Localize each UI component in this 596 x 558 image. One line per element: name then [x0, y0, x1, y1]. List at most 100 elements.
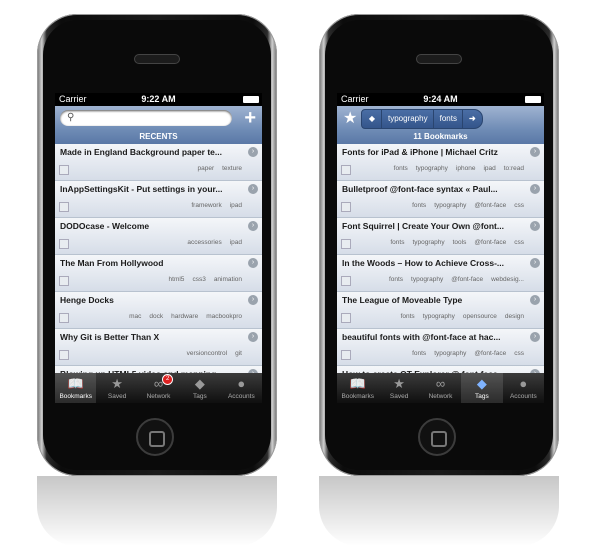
- list-item[interactable]: Henge Docks › mac dock hardware macbookpro: [55, 292, 262, 329]
- home-button[interactable]: [418, 418, 456, 456]
- tag-label[interactable]: to:read: [504, 165, 524, 172]
- tag-label[interactable]: hardware: [171, 313, 198, 320]
- chevron-right-icon[interactable]: ›: [248, 184, 258, 194]
- tag-label[interactable]: git: [235, 350, 242, 357]
- tab-network[interactable]: ∞ Network: [420, 373, 461, 403]
- tag-label[interactable]: iphone: [456, 165, 476, 172]
- tag-label[interactable]: typography: [434, 350, 466, 357]
- right-phone-reflection: [319, 476, 559, 546]
- tag-label[interactable]: html5: [169, 276, 185, 283]
- chevron-right-icon[interactable]: ›: [248, 221, 258, 231]
- status-bar: Carrier 9:24 AM: [337, 93, 544, 106]
- tag-label[interactable]: tools: [453, 239, 467, 246]
- chevron-right-icon[interactable]: ›: [530, 147, 540, 157]
- tab-tags[interactable]: ◆ Tags: [461, 373, 503, 403]
- breadcrumb-item-typography[interactable]: typography: [381, 109, 435, 129]
- list-item[interactable]: beautiful fonts with @font-face at hac..…: [337, 329, 544, 366]
- tag-label[interactable]: webdesig...: [491, 276, 524, 283]
- tag-label[interactable]: css: [514, 350, 524, 357]
- tag-label[interactable]: @font-face: [474, 202, 506, 209]
- tag-label[interactable]: design: [505, 313, 524, 320]
- list-item[interactable]: Bulletproof @font-face syntax « Paul... ›…: [337, 181, 544, 218]
- star-icon[interactable]: ★: [343, 108, 357, 128]
- tag-label[interactable]: fonts: [412, 202, 426, 209]
- tag-label[interactable]: accessories: [187, 239, 221, 246]
- tag-label[interactable]: fonts: [412, 350, 426, 357]
- list-item[interactable]: InAppSettingsKit - Put settings in your.…: [55, 181, 262, 218]
- list-item[interactable]: The League of Moveable Type › fonts typogra…: [337, 292, 544, 329]
- tag-label[interactable]: versioncontrol: [187, 350, 227, 357]
- tag-label[interactable]: ipad: [483, 165, 495, 172]
- list-item[interactable]: Made in England Background paper te... › p…: [55, 144, 262, 181]
- status-time: 9:24 AM: [423, 94, 458, 104]
- tag-label[interactable]: css: [514, 239, 524, 246]
- tag-label[interactable]: @font-face: [451, 276, 483, 283]
- chevron-right-icon[interactable]: ›: [530, 258, 540, 268]
- tag-label[interactable]: animation: [214, 276, 242, 283]
- tab-network[interactable]: ∞ Network 2: [138, 373, 179, 403]
- tag-label[interactable]: opensource: [463, 313, 497, 320]
- tab-saved[interactable]: ★ Saved: [96, 373, 137, 403]
- tag-label[interactable]: @font-face: [474, 239, 506, 246]
- tag-label[interactable]: css: [514, 202, 524, 209]
- tab-accounts[interactable]: ● Accounts: [503, 373, 544, 403]
- tag-label[interactable]: texture: [222, 165, 242, 172]
- chevron-right-icon[interactable]: ›: [530, 332, 540, 342]
- tag-list: versioncontrol git: [179, 350, 242, 357]
- tag-label[interactable]: typography: [423, 313, 455, 320]
- breadcrumb-item-fonts[interactable]: fonts: [432, 109, 464, 129]
- chevron-right-icon[interactable]: ›: [248, 332, 258, 342]
- tag-label[interactable]: dock: [149, 313, 163, 320]
- tag-label[interactable]: fonts: [390, 239, 404, 246]
- list-item[interactable]: The Man From Hollywood › html5 css3 animatio…: [55, 255, 262, 292]
- add-button[interactable]: +: [244, 106, 256, 130]
- chevron-right-icon[interactable]: ›: [248, 147, 258, 157]
- list-item[interactable]: DODOcase - Welcome › accessories ipad: [55, 218, 262, 255]
- chevron-right-icon[interactable]: ›: [530, 295, 540, 305]
- tag-list: fonts typography @font-face css: [404, 202, 524, 209]
- tab-saved[interactable]: ★ Saved: [378, 373, 419, 403]
- tag-label[interactable]: @font-face: [474, 350, 506, 357]
- tab-accounts[interactable]: ● Accounts: [221, 373, 262, 403]
- list-item[interactable]: Why Git is Better Than X › versioncontrol g…: [55, 329, 262, 366]
- chevron-right-icon[interactable]: ›: [248, 258, 258, 268]
- tag-label[interactable]: paper: [198, 165, 215, 172]
- tab-label: Tags: [193, 393, 207, 400]
- tag-label[interactable]: typography: [412, 239, 444, 246]
- chevron-right-icon[interactable]: ›: [530, 221, 540, 231]
- tag-label[interactable]: mac: [129, 313, 141, 320]
- tab-bookmarks[interactable]: 📖 Bookmarks: [55, 373, 97, 403]
- nav-bar: ★ ◆ typography fonts ➜: [337, 106, 544, 130]
- tag-icon[interactable]: ◆: [361, 109, 383, 129]
- search-input[interactable]: ⚲: [60, 110, 232, 126]
- tag-label[interactable]: ipad: [230, 239, 242, 246]
- tab-bookmarks[interactable]: 📖 Bookmarks: [337, 373, 378, 403]
- list-item[interactable]: Fonts for iPad & iPhone | Michael Critz ›…: [337, 144, 544, 181]
- tag-label[interactable]: ipad: [230, 202, 242, 209]
- list-item[interactable]: In the Woods – How to Achieve Cross-... ›…: [337, 255, 544, 292]
- tag-label[interactable]: fonts: [389, 276, 403, 283]
- bookmark-list: Made in England Background paper te... › p…: [55, 144, 262, 403]
- arrow-right-icon[interactable]: ➜: [461, 109, 483, 129]
- chevron-right-icon[interactable]: ›: [248, 295, 258, 305]
- tag-label[interactable]: typography: [411, 276, 443, 283]
- list-item[interactable]: Font Squirrel | Create Your Own @font...…: [337, 218, 544, 255]
- tag-list: paper texture: [190, 165, 243, 172]
- favicon-icon: [59, 165, 69, 175]
- chevron-right-icon[interactable]: ›: [530, 184, 540, 194]
- tag-label[interactable]: css3: [192, 276, 205, 283]
- home-button[interactable]: [136, 418, 174, 456]
- tag-label[interactable]: typography: [416, 165, 448, 172]
- tag-label[interactable]: macbookpro: [206, 313, 242, 320]
- tag-list: accessories ipad: [179, 239, 242, 246]
- tab-tags[interactable]: ◆ Tags: [179, 373, 220, 403]
- tag-label[interactable]: framework: [191, 202, 221, 209]
- tag-label[interactable]: typography: [434, 202, 466, 209]
- tag-label[interactable]: fonts: [394, 165, 408, 172]
- tab-label: Accounts: [509, 393, 537, 400]
- tab-bar: 📖 Bookmarks ★ Saved ∞ Network 2 ◆ Tags ● Accounts: [55, 373, 262, 403]
- person-icon: ●: [237, 376, 246, 391]
- tag-label[interactable]: fonts: [401, 313, 415, 320]
- tag-list: html5 css3 animation: [161, 276, 242, 283]
- favicon-icon: [341, 165, 351, 175]
